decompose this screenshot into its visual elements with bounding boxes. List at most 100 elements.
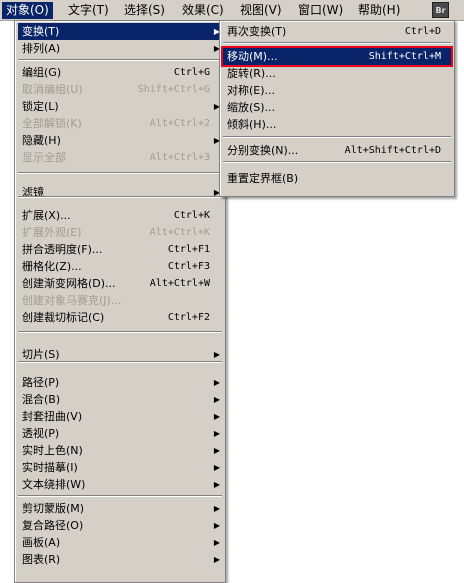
main_menu-item-label: 创建渐变网格(D)... [22, 277, 116, 290]
menu-type[interactable]: 文字(T) [64, 2, 113, 19]
menu-view[interactable]: 视图(V) [236, 2, 286, 19]
main_menu-item-19[interactable]: 混合(B) ▶ [18, 391, 222, 408]
main_menu-item-label: 编组(G) [22, 66, 62, 79]
main_menu-item-label: 混合(B) [22, 393, 61, 406]
menu-separator [18, 59, 222, 61]
menu-separator [18, 331, 222, 333]
main_menu-item-label: 栅格化(Z)... [22, 260, 82, 273]
menu-separator [223, 136, 451, 138]
submenu-arrow-icon: ▶ [213, 446, 220, 455]
main_menu-item-label: 透视(P) [22, 427, 60, 440]
menu-window[interactable]: 窗口(W) [294, 2, 347, 19]
sub_menu-item-2[interactable]: 移动(M)... Shift+Ctrl+M [221, 46, 453, 67]
sub_menu-item-label: 缩放(S)... [227, 101, 276, 114]
menu-help[interactable]: 帮助(H) [354, 2, 404, 19]
submenu-arrow-icon: ▶ [213, 378, 220, 387]
sub_menu-item-label: 分别变换(N)... [227, 144, 299, 157]
shortcut-label: Ctrl+F1 [167, 244, 210, 255]
shortcut-label: Ctrl+K [173, 210, 210, 221]
bridge-icon[interactable]: Br [432, 2, 449, 18]
shortcut-label: Shift+Ctrl+M [368, 51, 441, 62]
shortcut-label: Ctrl+D [404, 26, 441, 37]
main_menu-item-12[interactable]: 拼合透明度(F)... Ctrl+F1 [18, 241, 222, 258]
shortcut-label: Alt+Ctrl+K [149, 227, 210, 238]
main_menu-item-label: 拼合透明度(F)... [22, 243, 103, 256]
menu-separator [18, 196, 222, 198]
main_menu-item-4: 取消编组(U) Shift+Ctrl+G [18, 81, 222, 98]
main_menu-item-label: 封套扭曲(V) [22, 410, 83, 423]
shortcut-label: Ctrl+G [173, 67, 210, 78]
main_menu-item-label: 取消编组(U) [22, 83, 83, 96]
main_menu-item-14[interactable]: 创建渐变网格(D)... Alt+Ctrl+W [18, 275, 222, 292]
main_menu-item-label: 锁定(L) [22, 100, 59, 113]
menu-bar: 对象(O) 文字(T) 选择(S) 效果(C) 视图(V) 窗口(W) 帮助(H… [0, 0, 464, 21]
shortcut-label: Alt+Ctrl+3 [149, 152, 210, 163]
menu-select[interactable]: 选择(S) [120, 2, 169, 19]
main_menu-item-label: 创建对象马赛克(J)... [22, 294, 122, 307]
sub_menu-item-3[interactable]: 旋转(R)... [223, 65, 451, 82]
sub_menu-item-5[interactable]: 缩放(S)... [223, 99, 451, 116]
main_menu-item-label: 创建裁切标记(C) [22, 311, 105, 324]
shortcut-label: Alt+Shift+Ctrl+D [344, 145, 441, 156]
main_menu-item-16[interactable]: 创建裁切标记(C) Ctrl+F2 [18, 309, 222, 326]
menu-effect[interactable]: 效果(C) [178, 2, 228, 19]
main_menu-item-7[interactable]: 隐藏(H) ▶ [18, 132, 222, 149]
main_menu-item-label: 路径(P) [22, 376, 60, 389]
main_menu-item-2[interactable]: 排列(A) ▶ [18, 40, 222, 57]
main_menu-item-9[interactable]: 滤镜 ▶ [18, 184, 222, 201]
main_menu-item-label: 剪切蒙版(M) [22, 502, 85, 515]
sub_menu-item-label: 旋转(R)... [227, 67, 276, 80]
main_menu-item-label: 文本绕排(W) [22, 478, 86, 491]
sub_menu-item-7[interactable]: 分别变换(N)... Alt+Shift+Ctrl+D [223, 142, 451, 159]
submenu-arrow-icon: ▶ [213, 555, 220, 564]
shortcut-label: Alt+Ctrl+W [149, 278, 210, 289]
sub_menu-item-4[interactable]: 对称(E)... [223, 82, 451, 99]
submenu-arrow-icon: ▶ [213, 521, 220, 530]
main_menu-item-label: 画板(A) [22, 536, 61, 549]
main_menu-item-label: 复合路径(O) [22, 519, 84, 532]
main_menu-item-6: 全部解锁(K) Alt+Ctrl+2 [18, 115, 222, 132]
main_menu-item-23[interactable]: 实时描摹(I) ▶ [18, 459, 222, 476]
main_menu-item-label: 全部解锁(K) [22, 117, 82, 130]
main_menu-item-label: 扩展(X)... [22, 209, 71, 222]
main_menu-item-26[interactable]: 复合路径(O) ▶ [18, 517, 222, 534]
main_menu-item-label: 滤镜 [22, 186, 44, 199]
main_menu-item-15: 创建对象马赛克(J)... [18, 292, 222, 309]
main_menu-item-20[interactable]: 封套扭曲(V) ▶ [18, 408, 222, 425]
main_menu-item-8: 显示全部 Alt+Ctrl+3 [18, 149, 222, 166]
main_menu-item-10[interactable]: 扩展(X)... Ctrl+K [18, 207, 222, 224]
main_menu-item-label: 图表(R) [22, 553, 61, 566]
main_menu-item-18[interactable]: 路径(P) ▶ [18, 374, 222, 391]
main_menu-item-13[interactable]: 栅格化(Z)... Ctrl+F3 [18, 258, 222, 275]
main_menu-item-5[interactable]: 锁定(L) ▶ [18, 98, 222, 115]
sub_menu-item-label: 对称(E)... [227, 84, 276, 97]
sub_menu-item-label: 再次变换(T) [227, 25, 287, 38]
submenu-arrow-icon: ▶ [213, 463, 220, 472]
sub_menu-item-label: 倾斜(H)... [227, 118, 277, 131]
transform-submenu: 再次变换(T) Ctrl+D 移动(M)... Shift+Ctrl+M 旋转(R)..… [219, 20, 455, 197]
main_menu-item-24[interactable]: 文本绕排(W) ▶ [18, 476, 222, 493]
main_menu-item-21[interactable]: 透视(P) ▶ [18, 425, 222, 442]
shortcut-label: Alt+Ctrl+2 [149, 118, 210, 129]
sub_menu-item-6[interactable]: 倾斜(H)... [223, 116, 451, 133]
main_menu-item-label: 变换(T) [22, 25, 60, 38]
main_menu-item-27[interactable]: 画板(A) ▶ [18, 534, 222, 551]
main_menu-item-25[interactable]: 剪切蒙版(M) ▶ [18, 500, 222, 517]
sub_menu-item-8[interactable]: 重置定界框(B) [223, 170, 451, 187]
menu-object[interactable]: 对象(O) [2, 2, 53, 19]
main_menu-item-label: 实时上色(N) [22, 444, 83, 457]
submenu-arrow-icon: ▶ [213, 429, 220, 438]
main_menu-item-28[interactable]: 图表(R) ▶ [18, 551, 222, 568]
object-menu: 变换(T) ▶ 排列(A) ▶ 编组(G) Ctrl+G 取消编组(U) Shift+Ctrl… [14, 20, 226, 583]
shortcut-label: Ctrl+F2 [167, 312, 210, 323]
menu-separator [223, 161, 451, 163]
main_menu-item-3[interactable]: 编组(G) Ctrl+G [18, 64, 222, 81]
main_menu-item-1[interactable]: 变换(T) ▶ [18, 23, 222, 40]
main_menu-item-22[interactable]: 实时上色(N) ▶ [18, 442, 222, 459]
main_menu-item-label: 排列(A) [22, 42, 61, 55]
shortcut-label: Ctrl+F3 [167, 261, 210, 272]
main_menu-item-label: 实时描摹(I) [22, 461, 78, 474]
sub_menu-item-label: 移动(M)... [227, 50, 278, 63]
main_menu-item-label: 显示全部 [22, 151, 66, 164]
sub_menu-item-1[interactable]: 再次变换(T) Ctrl+D [223, 23, 451, 40]
